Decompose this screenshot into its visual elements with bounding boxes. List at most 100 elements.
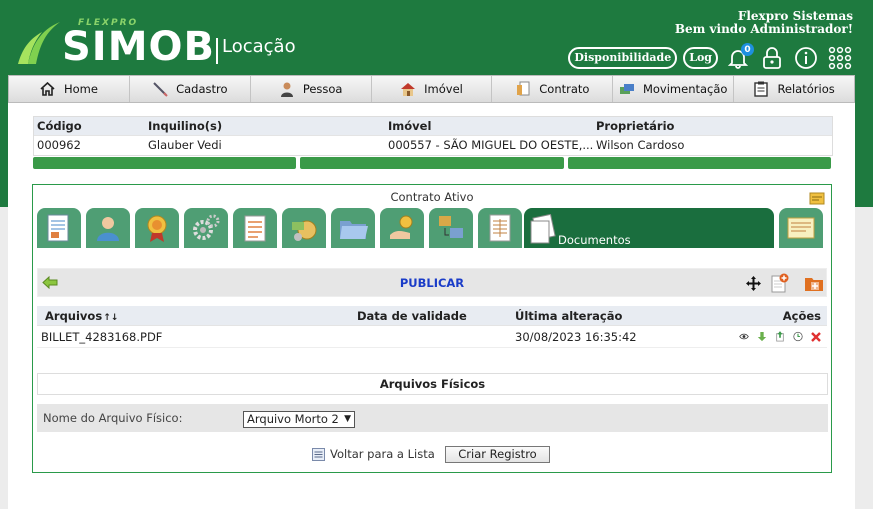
back-to-list-link[interactable]: Voltar para a Lista xyxy=(312,447,435,461)
apps-menu-button[interactable] xyxy=(826,44,854,72)
nav-pessoa[interactable]: Pessoa xyxy=(251,76,372,102)
summary-owner: Wilson Cardoso xyxy=(596,138,685,152)
summary-col-tenant: Inquilino(s) xyxy=(148,119,223,133)
table-row[interactable]: BILLET_4283168.PDF 30/08/2023 16:35:42 xyxy=(37,326,827,348)
tab-documentos-label: Documentos xyxy=(558,233,631,247)
notification-badge: 0 xyxy=(741,43,754,56)
summary-tenant: Glauber Vedi xyxy=(148,138,222,152)
lock-button[interactable] xyxy=(758,44,786,72)
welcome-text: Bem vindo Administrador! xyxy=(674,22,853,36)
download-icon[interactable] xyxy=(753,330,767,344)
transfer-icon xyxy=(439,216,463,238)
status-bar xyxy=(300,157,564,169)
tab-settings[interactable] xyxy=(184,208,228,248)
sort-icon[interactable]: ↑↓ xyxy=(102,313,118,323)
file-name: BILLET_4283168.PDF xyxy=(41,330,163,344)
lock-icon xyxy=(763,47,781,69)
tab-folders[interactable] xyxy=(331,208,375,248)
move-icon[interactable] xyxy=(746,276,761,291)
user-icon xyxy=(97,217,119,241)
tab-payments[interactable] xyxy=(380,208,424,248)
log-button[interactable]: Log xyxy=(683,47,718,69)
gears-icon xyxy=(193,214,220,240)
file-actions xyxy=(711,326,827,347)
new-folder-icon[interactable] xyxy=(804,275,824,292)
tab-reports[interactable] xyxy=(478,208,522,248)
history-icon[interactable] xyxy=(789,330,803,344)
nav-home[interactable]: Home xyxy=(9,76,130,102)
info-icon xyxy=(795,47,817,69)
summary-col-code: Código xyxy=(37,119,82,133)
back-to-list-label: Voltar para a Lista xyxy=(330,447,435,461)
nav-home-label: Home xyxy=(63,82,98,96)
folder-icon xyxy=(340,221,368,239)
publish-label[interactable]: PUBLICAR xyxy=(38,276,826,290)
app-logo[interactable]: FLEXPRO SIMOB Locação xyxy=(14,14,304,74)
files-col-name[interactable]: Arquivos↑↓ xyxy=(37,306,353,325)
physical-file-select[interactable]: Arquivo Morto 2 ▼ xyxy=(243,411,355,428)
tab-documentos[interactable]: Documentos xyxy=(524,208,774,248)
list-icon xyxy=(312,447,325,461)
nav-relatorios-label: Relatórios xyxy=(777,82,835,96)
flexpro-swoosh-icon xyxy=(18,22,60,64)
files-col-modified: Última alteração xyxy=(515,309,623,323)
contract-panel: Contrato Ativo Documentos PUBLICAR Arqui… xyxy=(32,184,832,473)
tab-finance[interactable] xyxy=(282,208,326,248)
tab-checklist[interactable] xyxy=(233,208,277,248)
header-tools: Disponibilidade Log 0 xyxy=(568,43,854,73)
view-icon[interactable] xyxy=(735,330,749,344)
availability-button[interactable]: Disponibilidade xyxy=(568,47,678,69)
summary-col-owner: Proprietário xyxy=(596,119,675,133)
checklist-icon xyxy=(244,215,266,242)
nav-contrato[interactable]: Contrato xyxy=(492,76,614,102)
nav-cadastro[interactable]: Cadastro xyxy=(130,76,251,102)
home-icon xyxy=(40,81,56,97)
nav-imovel[interactable]: Imóvel xyxy=(372,76,493,102)
note-icon[interactable] xyxy=(809,191,825,205)
nav-relatorios[interactable]: Relatórios xyxy=(734,76,854,102)
tab-transfer[interactable] xyxy=(429,208,473,248)
delete-icon[interactable] xyxy=(807,330,821,344)
documents-icon xyxy=(530,214,556,244)
notifications-button[interactable]: 0 xyxy=(724,43,754,72)
file-validity xyxy=(353,326,511,347)
seal-icon xyxy=(147,215,167,242)
main-navigation: Home Cadastro Pessoa Imóvel Contrato Mov… xyxy=(8,75,855,103)
clipboard-icon xyxy=(753,81,769,97)
summary-property: 000557 - SÃO MIGUEL DO OESTE,... xyxy=(388,138,593,152)
files-header: Arquivos↑↓ Data de validade Última alter… xyxy=(37,306,827,326)
tab-guarantee[interactable] xyxy=(135,208,179,248)
tab-people[interactable] xyxy=(86,208,130,248)
tab-contract-data[interactable] xyxy=(37,208,81,248)
sticky-note-icon xyxy=(787,217,815,239)
physical-files-title: Arquivos Físicos xyxy=(37,373,828,395)
summary-header: Código Inquilino(s) Imóvel Proprietário xyxy=(34,117,832,136)
money-icon xyxy=(619,81,635,97)
new-document-icon[interactable] xyxy=(771,273,789,293)
summary-col-property: Imóvel xyxy=(388,119,432,133)
nav-imovel-label: Imóvel xyxy=(424,82,463,96)
files-col-name-label: Arquivos xyxy=(45,309,103,323)
info-button[interactable] xyxy=(792,44,820,72)
money-bag-icon xyxy=(292,220,317,241)
physical-file-row: Nome do Arquivo Físico: Arquivo Morto 2 … xyxy=(37,404,828,432)
pencil-icon xyxy=(152,81,168,97)
contract-summary-table: Código Inquilino(s) Imóvel Proprietário … xyxy=(33,116,833,156)
nav-movimentacao[interactable]: Movimentação xyxy=(613,76,735,102)
hand-coin-icon xyxy=(390,215,413,239)
logo-divider xyxy=(216,38,218,64)
upload-icon[interactable] xyxy=(771,330,785,344)
tab-notes[interactable] xyxy=(779,208,823,248)
panel-title: Contrato Ativo xyxy=(390,190,474,204)
documents-toolbar: PUBLICAR xyxy=(37,268,827,297)
welcome-block: Flexpro Sistemas Bem vindo Administrador… xyxy=(675,10,853,36)
summary-row: 000962 Glauber Vedi 000557 - SÃO MIGUEL … xyxy=(34,136,832,155)
status-bar xyxy=(33,157,297,169)
apps-grid-icon xyxy=(828,46,852,70)
chevron-down-icon: ▼ xyxy=(344,414,351,424)
logo-name: SIMOB xyxy=(62,24,215,70)
logo-module: Locação xyxy=(222,36,296,57)
document-icon xyxy=(47,214,69,242)
contract-icon xyxy=(515,81,531,97)
create-record-button[interactable]: Criar Registro xyxy=(445,446,550,463)
